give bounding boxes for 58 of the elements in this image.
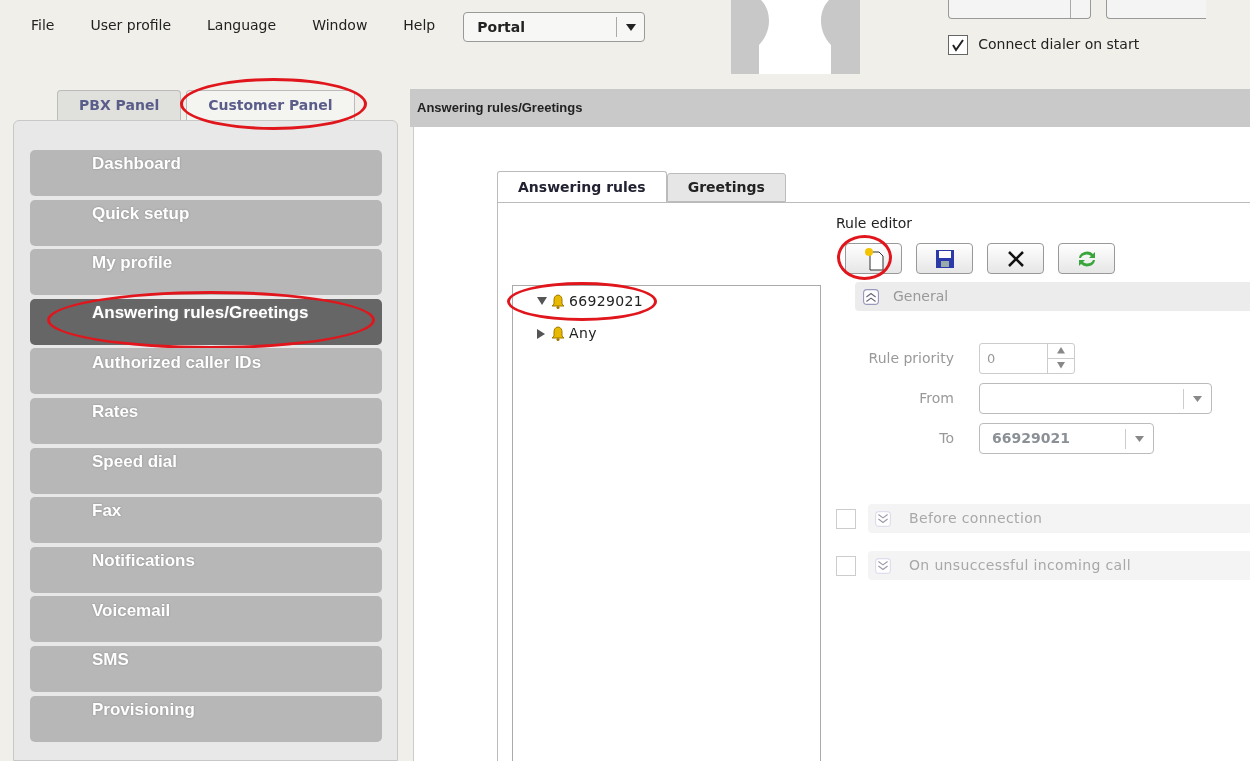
menu-item[interactable]: Language (207, 14, 277, 36)
content-tab[interactable]: Answering rules (497, 171, 667, 203)
content-tab[interactable]: Greetings (666, 173, 786, 202)
menu-item[interactable]: Help (403, 14, 436, 36)
caret-icon (1135, 435, 1144, 442)
new-button[interactable] (845, 243, 902, 274)
sidebar-item[interactable]: Authorized caller IDs (30, 348, 382, 395)
sidebar-item[interactable]: Rates (30, 397, 382, 444)
tree-node[interactable]: Any (537, 323, 597, 344)
sidebar-item[interactable]: Answering rules/Greetings (30, 298, 382, 345)
section-header[interactable]: Before connection (868, 504, 1250, 533)
menu-item[interactable]: User profile (90, 14, 172, 36)
delete-button[interactable] (987, 243, 1044, 274)
field-label: Rule priority (867, 349, 955, 368)
menu-item[interactable]: File (31, 14, 55, 36)
new-document-icon (862, 246, 885, 271)
bell-icon (550, 326, 566, 341)
section-header[interactable]: General (855, 282, 1250, 311)
expand-icon[interactable] (875, 557, 891, 574)
expand-arrow-icon[interactable] (537, 328, 547, 339)
sidebar-item[interactable]: Provisioning (30, 695, 382, 742)
expand-icon[interactable] (875, 510, 891, 527)
sidebar-item[interactable]: SMS (30, 645, 382, 692)
sidebar-item[interactable]: Voicemail (30, 596, 382, 643)
panel-tab[interactable]: PBX Panel (57, 90, 182, 120)
spin-up-icon[interactable] (1057, 347, 1065, 355)
checkbox-label: Connect dialer on start (978, 35, 1140, 54)
checkbox[interactable] (948, 34, 969, 55)
sidebar-item[interactable]: My profile (30, 249, 382, 296)
section-header[interactable]: On unsuccessful incoming call (868, 551, 1250, 580)
portal-select[interactable]: Portal (463, 12, 646, 42)
toolbar-button[interactable] (948, 0, 1092, 19)
refresh-button[interactable] (1058, 243, 1115, 274)
rule-editor-title: Rule editor (836, 214, 914, 233)
select-field[interactable]: 66929021 (979, 423, 1154, 454)
caret-icon (625, 23, 636, 31)
collapse-arrow-icon[interactable] (537, 296, 547, 307)
toolbar-button[interactable] (1106, 0, 1207, 19)
sidebar-item[interactable]: Notifications (30, 546, 382, 593)
select-field[interactable] (979, 383, 1212, 414)
bell-icon (550, 294, 566, 309)
field-label: To (938, 429, 955, 448)
field-label: From (918, 389, 955, 408)
priority-spinner[interactable]: 0 (979, 343, 1075, 374)
panel-tab[interactable]: Customer Panel (186, 90, 355, 120)
tree-node[interactable]: 66929021 (537, 291, 644, 312)
close-icon (1005, 248, 1026, 269)
spin-down-icon[interactable] (1057, 362, 1065, 370)
collapse-icon[interactable] (863, 288, 879, 305)
content-title: Answering rules/Greetings (417, 99, 583, 118)
save-button[interactable] (916, 243, 973, 274)
sidebar-item[interactable]: Quick setup (30, 199, 382, 246)
caret-icon (1193, 395, 1202, 402)
sidebar-item[interactable]: Speed dial (30, 447, 382, 494)
menu-item[interactable]: Window (312, 14, 368, 36)
check-icon (951, 37, 966, 52)
sidebar-item[interactable]: Dashboard (30, 150, 382, 196)
sidebar-item[interactable]: Fax (30, 497, 382, 544)
